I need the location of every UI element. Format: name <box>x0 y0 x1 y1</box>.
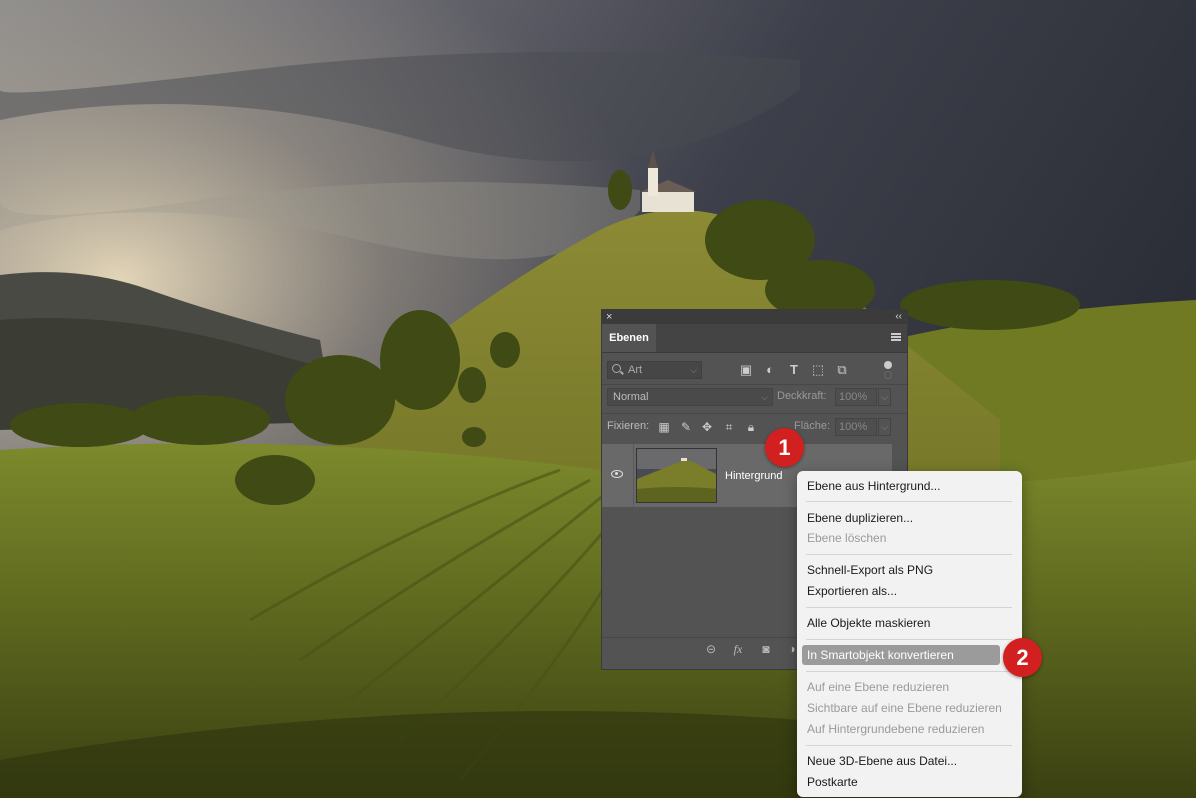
opacity-input[interactable]: 100% <box>835 388 877 406</box>
panel-titlebar: × ‹‹ <box>602 310 907 324</box>
menu-divider <box>806 501 1012 502</box>
lock-artboard-icon[interactable]: ⌗ <box>722 420 736 434</box>
layer-filter-dropdown[interactable]: Art ⌵ <box>607 361 702 379</box>
lock-paint-icon[interactable]: ✎ <box>679 420 693 434</box>
menu-item-new-3d-layer[interactable]: Neue 3D-Ebene aus Datei... <box>807 751 957 771</box>
shape-filter-icon[interactable]: ⬚ <box>811 363 825 377</box>
panel-close-button[interactable]: × <box>606 310 612 324</box>
fx-icon[interactable]: fx <box>730 642 746 656</box>
menu-item-quick-export-png[interactable]: Schnell-Export als PNG <box>807 560 933 580</box>
step-badge-1: 1 <box>765 428 804 467</box>
blend-mode-value: Normal <box>613 391 649 403</box>
menu-item-merge-visible: Sichtbare auf eine Ebene reduzieren <box>807 701 1002 715</box>
search-icon <box>612 364 621 373</box>
opacity-dropdown[interactable]: ⌵ <box>878 388 891 406</box>
filter-row: Art ⌵ ▣ ◐ T ⬚ ⧉ <box>602 358 907 384</box>
blend-mode-select[interactable]: Normal ⌵ <box>607 388 773 406</box>
menu-item-flatten-image: Auf Hintergrundebene reduzieren <box>807 722 985 736</box>
menu-item-merge-down: Auf eine Ebene reduzieren <box>807 680 950 694</box>
smartobject-filter-icon[interactable]: ⧉ <box>835 363 849 377</box>
menu-item-postcard[interactable]: Postkarte <box>807 772 858 792</box>
fill-label: Fläche: <box>794 420 831 432</box>
menu-item-duplicate-layer[interactable]: Ebene duplizieren... <box>807 508 913 528</box>
step-badge-2: 2 <box>1003 638 1042 677</box>
menu-item-delete-layer: Ebene löschen <box>807 531 887 545</box>
mask-icon[interactable]: ◙ <box>758 642 774 656</box>
divider <box>633 444 634 507</box>
divider <box>602 384 907 385</box>
visibility-eye-icon[interactable] <box>611 470 623 478</box>
menu-item-convert-to-smart-object[interactable]: In Smartobjekt konvertieren <box>807 645 954 665</box>
menu-divider <box>806 554 1012 555</box>
menu-divider <box>806 671 1012 672</box>
blend-row: Normal ⌵ Deckkraft: 100% ⌵ <box>602 387 907 409</box>
layer-name: Hintergrund <box>725 470 783 482</box>
menu-divider <box>806 639 1012 640</box>
layer-filter-label: Art <box>628 364 643 376</box>
filter-toggle[interactable] <box>884 361 892 379</box>
tab-layers[interactable]: Ebenen <box>602 324 656 352</box>
menu-item-mask-all-objects[interactable]: Alle Objekte maskieren <box>807 613 930 633</box>
lock-all-icon[interactable]: 🔒︎ <box>744 420 758 434</box>
panel-menu-icon[interactable] <box>891 333 901 341</box>
fill-input[interactable]: 100% <box>835 418 877 436</box>
chevron-down-icon: ⌵ <box>690 365 697 375</box>
panel-tab-row: Ebenen <box>602 324 907 353</box>
lock-label: Fixieren: <box>607 420 650 432</box>
chevron-down-icon: ⌵ <box>761 392 768 402</box>
divider <box>602 413 907 414</box>
link-icon[interactable]: ⊝ <box>703 642 719 656</box>
menu-item-layer-from-background[interactable]: Ebene aus Hintergrund... <box>807 476 940 496</box>
menu-item-export-as[interactable]: Exportieren als... <box>807 581 897 601</box>
image-filter-icon[interactable]: ▣ <box>739 363 753 377</box>
fill-dropdown[interactable]: ⌵ <box>878 418 891 436</box>
opacity-label: Deckkraft: <box>777 390 827 402</box>
lock-row: Fixieren: ▦ ✎ ✥ ⌗ 🔒︎ Fläche: 100% ⌵ <box>602 417 907 439</box>
lock-transparent-icon[interactable]: ▦ <box>657 420 671 434</box>
lock-position-icon[interactable]: ✥ <box>700 420 714 434</box>
layer-thumbnail <box>636 448 717 503</box>
menu-divider <box>806 745 1012 746</box>
layer-context-menu: Ebene aus Hintergrund... Ebene duplizier… <box>797 471 1022 797</box>
menu-divider <box>806 607 1012 608</box>
adjustment-filter-icon[interactable]: ◐ <box>763 363 777 377</box>
panel-collapse-button[interactable]: ‹‹ <box>895 310 902 324</box>
type-filter-icon[interactable]: T <box>787 363 801 377</box>
